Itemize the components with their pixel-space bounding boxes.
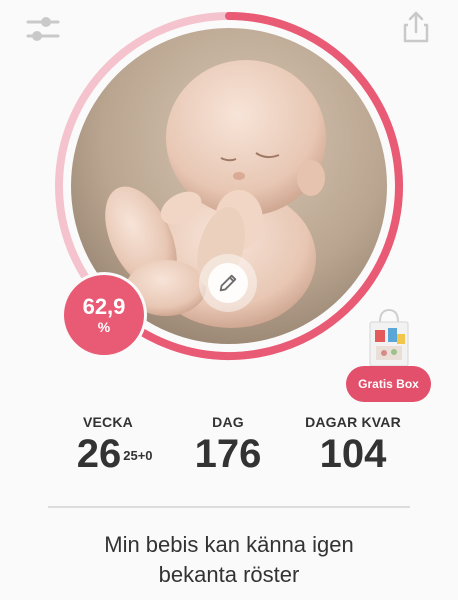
day-value: 176 bbox=[194, 432, 262, 476]
week-label: VECKA bbox=[82, 414, 133, 430]
day-label: DAG bbox=[212, 414, 244, 430]
pencil-icon bbox=[219, 274, 237, 292]
divider bbox=[48, 506, 410, 508]
progress-badge: 62,9 % bbox=[64, 275, 144, 355]
week-value: 26 bbox=[76, 432, 122, 476]
progress-unit: % bbox=[97, 319, 111, 335]
progress-value: 62,9 bbox=[82, 294, 126, 319]
week-value-container: 26 25+0 bbox=[48, 432, 168, 476]
milestone-line-2: bekanta röster bbox=[158, 562, 300, 587]
days-left-label: DAGAR KVAR bbox=[305, 414, 401, 430]
stat-week: VECKA 26 25+0 bbox=[48, 414, 168, 476]
edit-photo-button[interactable] bbox=[199, 254, 257, 312]
milestone-line-1: Min bebis kan känna igen bbox=[104, 532, 354, 557]
days-left-value: 104 bbox=[319, 432, 387, 476]
week-detail: 25+0 bbox=[123, 448, 153, 463]
gratis-box-button[interactable]: Gratis Box bbox=[346, 366, 431, 402]
stat-days-left: DAGAR KVAR 104 bbox=[293, 414, 413, 476]
stat-day: DAG 176 bbox=[178, 414, 278, 476]
milestone-text: Min bebis kan känna igen bekanta röster bbox=[0, 530, 458, 590]
gift-box-icon[interactable] bbox=[366, 308, 412, 368]
